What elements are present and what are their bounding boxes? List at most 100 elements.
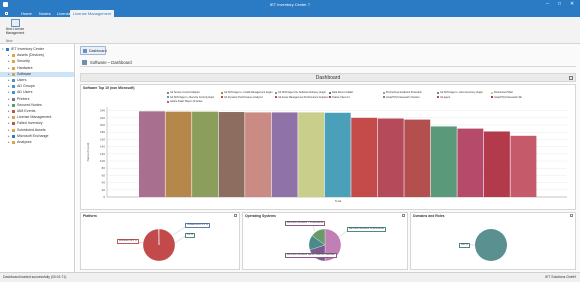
y-tick-label: 0 bbox=[103, 195, 105, 199]
dashboard-tab-label: Dashboard bbox=[89, 49, 107, 53]
expand-arrow-icon[interactable]: ▸ bbox=[8, 53, 11, 58]
y-tick-label: 160 bbox=[100, 137, 105, 141]
expand-arrow-icon[interactable]: ▸ bbox=[8, 72, 11, 77]
expand-arrow-icon[interactable]: ▸ bbox=[8, 78, 11, 83]
minimize-button[interactable]: – bbox=[546, 1, 549, 7]
tree-item-label: Users bbox=[17, 78, 27, 82]
pie-label: 100 % bbox=[459, 243, 470, 248]
pie-label: Microsoft Windows Server 2008 R2 Standar… bbox=[285, 253, 337, 258]
y-tick-label: 200 bbox=[100, 123, 105, 127]
company-name: IET Solutions GmbH bbox=[545, 275, 576, 279]
y-axis-label: Name (Count) bbox=[86, 143, 90, 162]
tree-item-microsoft-exchange[interactable]: ▸ Microsoft Exchange bbox=[0, 134, 74, 139]
expand-arrow-icon[interactable]: ▸ bbox=[8, 97, 11, 102]
y-tick-label: 120 bbox=[100, 152, 105, 156]
y-tick-label: 240 bbox=[100, 109, 105, 113]
pie-slice bbox=[475, 229, 507, 261]
bar-oracle-client-11 bbox=[404, 119, 431, 197]
tree-item-iam-events[interactable]: ▸ IAM Events bbox=[0, 109, 74, 114]
tab-nodes[interactable]: Nodes bbox=[36, 10, 54, 17]
expand-arrow-icon[interactable]: ▸ bbox=[8, 84, 11, 89]
dashboard-title: Dashboard bbox=[315, 75, 341, 81]
tree-item-iet-inventory-center[interactable]: ▾ IET Inventory Center bbox=[0, 47, 74, 52]
status-bar: Dashboard loaded successfully (00:01:71)… bbox=[0, 272, 580, 282]
bar-prometheus-endpoint-protection bbox=[245, 112, 272, 197]
x-axis-label: Total bbox=[335, 199, 342, 203]
software-icon bbox=[82, 60, 87, 65]
tree-item-users[interactable]: ▸ Users bbox=[0, 78, 74, 83]
expand-arrow-icon[interactable]: ▸ bbox=[8, 115, 11, 120]
tree-item-software[interactable]: ▸ Software bbox=[0, 71, 74, 77]
y-tick-label: 80 bbox=[102, 166, 106, 170]
collapse-arrow-icon[interactable]: ▾ bbox=[2, 47, 5, 52]
navigation-tree: ▾ IET Inventory Center ▸ Assets (Devices) ▸ S… bbox=[0, 44, 75, 272]
bar-data-runs-installer bbox=[218, 112, 245, 197]
os-pie-chart bbox=[308, 225, 348, 262]
tree-item-ad-groups[interactable]: ▸ AD Groups bbox=[0, 84, 74, 89]
folder-icon bbox=[12, 103, 15, 107]
y-tick-label: 220 bbox=[100, 116, 105, 120]
expand-icon[interactable] bbox=[569, 76, 573, 80]
expand-arrow-icon[interactable]: ▸ bbox=[8, 66, 11, 71]
tree-item-label: AD Users bbox=[17, 90, 33, 95]
tree-item-label: IET Inventory Center bbox=[11, 47, 45, 51]
new-license-management-label: New License Management bbox=[5, 27, 25, 35]
tree-item-label: Hardware bbox=[17, 65, 33, 70]
folder-icon bbox=[12, 110, 15, 113]
tree-item-label: Assets (Devices) bbox=[17, 53, 44, 58]
folder-icon bbox=[12, 85, 15, 89]
expand-arrow-icon[interactable]: ▸ bbox=[8, 128, 11, 133]
tree-item-label: Scheduled Assets bbox=[17, 127, 46, 132]
pie-label: VMware ESX 0.3 % bbox=[185, 223, 210, 228]
tree-item-assets-devices[interactable]: ▸ Assets (Devices) bbox=[0, 53, 74, 58]
bar-dockerized-shell bbox=[298, 112, 325, 197]
close-button[interactable]: ✕ bbox=[570, 1, 574, 7]
platform-pie-chart bbox=[130, 226, 186, 262]
leader-line bbox=[174, 235, 186, 244]
expand-arrow-icon[interactable]: ▸ bbox=[8, 121, 11, 126]
bar-git-scm-agent-for-software-delivery-plugin bbox=[192, 111, 218, 197]
tab-license-management[interactable]: License Management bbox=[70, 10, 115, 17]
ribbon: New License Management New bbox=[0, 17, 580, 44]
tree-item-printers[interactable]: ▸ Printers bbox=[0, 97, 74, 102]
tree-item-analyses[interactable]: ▸ Analyses bbox=[0, 140, 74, 145]
leader-line bbox=[338, 230, 348, 238]
y-tick-label: 60 bbox=[102, 173, 106, 177]
folder-icon bbox=[12, 66, 15, 70]
folder-icon bbox=[12, 97, 15, 101]
folder-icon bbox=[12, 128, 15, 132]
tab-dashboard[interactable]: Dashboard bbox=[80, 46, 107, 55]
expand-arrow-icon[interactable]: ▸ bbox=[8, 134, 11, 139]
leader-line bbox=[172, 226, 186, 236]
folder-icon bbox=[12, 54, 15, 58]
tree-item-label: Failed Inventory bbox=[17, 121, 43, 126]
tree-item-scheduled-assets[interactable]: ▸ Scheduled Assets bbox=[0, 128, 74, 133]
domains-pie-chart bbox=[469, 229, 507, 261]
folder-icon bbox=[12, 141, 15, 144]
expand-arrow-icon[interactable]: ▸ bbox=[8, 59, 11, 64]
tree-item-secured-nodes[interactable]: ▸ Secured Nodes bbox=[0, 103, 74, 108]
tree-item-hardware[interactable]: ▸ Hardware bbox=[0, 66, 74, 71]
tree-item-license-management[interactable]: ▸ License Management bbox=[0, 115, 74, 120]
expand-arrow-icon[interactable]: ▸ bbox=[8, 90, 11, 95]
expand-arrow-icon[interactable]: ▸ bbox=[8, 140, 11, 145]
expand-arrow-icon[interactable]: ▸ bbox=[8, 109, 11, 114]
bar-git-source-control-adapter bbox=[139, 111, 165, 197]
bar-git-scm-agent-install-management-plugin bbox=[165, 111, 192, 197]
file-menu-tab[interactable] bbox=[2, 10, 10, 17]
tree-item-security[interactable]: ▸ Security bbox=[0, 59, 74, 64]
new-license-management-button[interactable]: New License Management bbox=[3, 19, 27, 39]
tab-home[interactable]: Home bbox=[18, 10, 35, 17]
pie-label: Microsoft Windows 10 Enterprise bbox=[347, 227, 386, 232]
bar-git-scm-agent-remote-control-plugin bbox=[324, 112, 351, 197]
tree-item-label: License Management bbox=[17, 115, 52, 120]
y-tick-label: 40 bbox=[102, 181, 106, 185]
tree-item-failed-inventory[interactable]: ▸ Failed Inventory bbox=[0, 121, 74, 126]
tree-item-ad-users[interactable]: ▸ AD Users bbox=[0, 90, 74, 95]
bar-java-tm-framework-se bbox=[483, 131, 510, 197]
y-tick-label: 140 bbox=[100, 145, 105, 149]
leader-line bbox=[312, 225, 316, 232]
folder-icon bbox=[12, 134, 15, 138]
expand-arrow-icon[interactable]: ▸ bbox=[8, 103, 11, 108]
maximize-button[interactable]: □ bbox=[558, 1, 561, 7]
